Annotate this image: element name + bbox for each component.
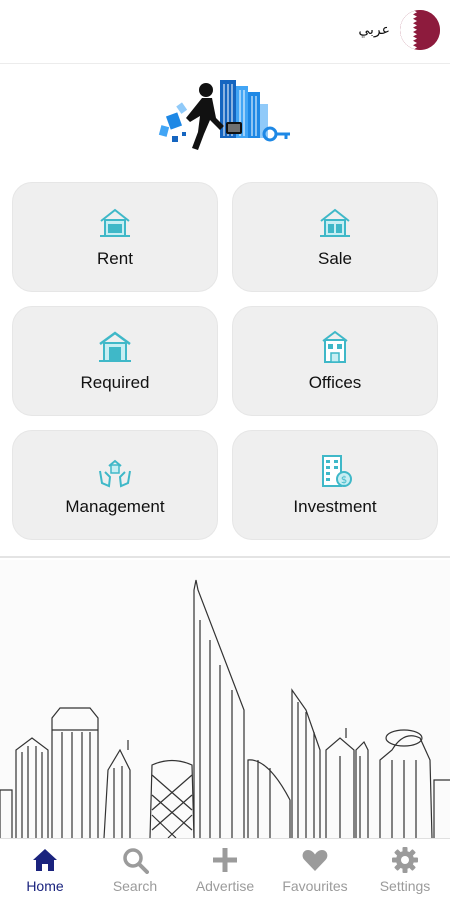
section-divider [0,556,450,558]
sale-tile[interactable]: Sale [232,182,438,292]
nav-favourites[interactable]: Favourites [270,846,360,894]
top-bar: عربي [0,0,450,64]
tile-label: Sale [317,249,353,268]
office-building-icon [322,330,348,363]
plus-icon [213,847,237,872]
offices-tile[interactable]: Offices [232,306,438,416]
nav-settings[interactable]: Settings [360,846,450,894]
management-tile[interactable]: Management [12,430,218,540]
nav-label: Advertise [195,877,255,894]
tile-label: Offices [308,373,362,392]
home-icon [33,848,57,871]
house-tag-icon [320,208,350,237]
nav-search[interactable]: Search [90,846,180,894]
required-tile[interactable]: Required [12,306,218,416]
heart-icon [302,849,328,871]
nav-label: Settings [379,877,431,894]
language-switcher[interactable]: عربي [358,10,440,50]
category-grid: Rent Sale Required Offices Management $ … [12,182,438,540]
house-icon [99,331,131,362]
bottom-navigation: Home Search Advertise Favourites Setting… [0,838,450,900]
search-icon [123,847,149,874]
nav-label: Favourites [282,877,348,894]
qatar-flag-icon [400,10,440,50]
city-skyline-illustration [0,560,450,839]
nav-advertise[interactable]: Advertise [180,846,270,894]
investment-tile[interactable]: $ Investment [232,430,438,540]
building-coin-icon: $ [322,455,352,487]
nav-label: Home [26,877,64,894]
nav-label: Search [112,877,158,894]
nav-home[interactable]: Home [0,846,90,894]
tile-label: Required [80,373,150,392]
tile-label: Rent [97,249,133,268]
language-label: عربي [358,22,390,38]
tile-label: Investment [293,497,377,516]
rent-tile[interactable]: Rent [12,182,218,292]
gear-icon [392,846,418,873]
svg-text:$: $ [341,475,347,486]
app-logo [158,74,292,162]
house-key-icon [100,208,130,237]
tile-label: Management [65,497,165,516]
hands-house-icon [99,459,131,488]
